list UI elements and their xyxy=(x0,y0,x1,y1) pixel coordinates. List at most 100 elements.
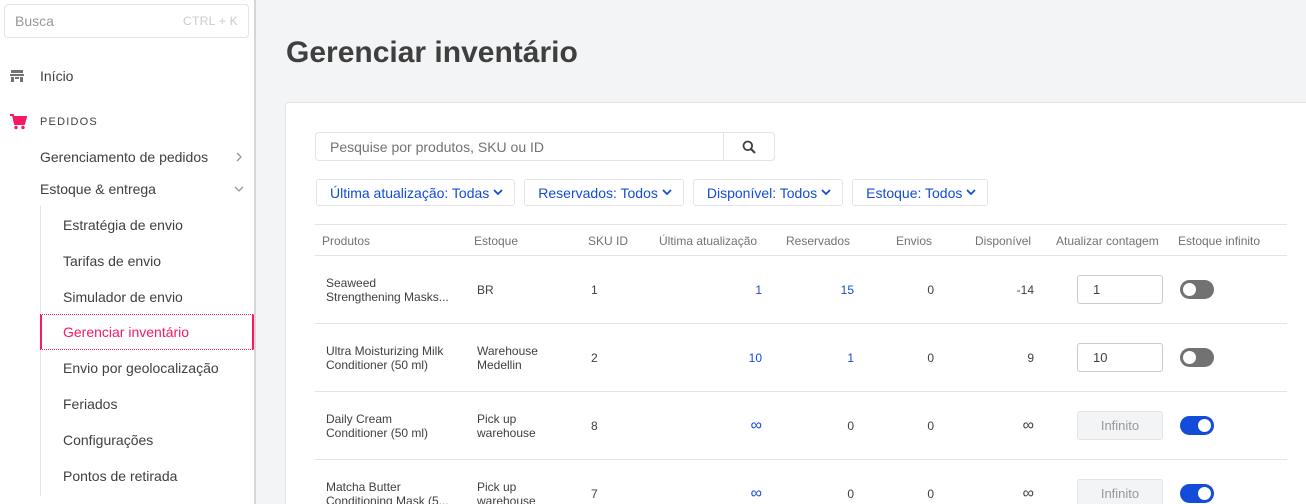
table-row: Matcha Butter Conditioning Mask (5... Pic… xyxy=(315,460,1287,504)
product-name-line: Conditioner (50 ml) xyxy=(326,425,429,440)
toggle-knob xyxy=(1198,419,1211,432)
filter-reserved[interactable]: Reservados: Todos xyxy=(524,179,684,206)
toggle-knob xyxy=(1183,283,1196,296)
filter-stock[interactable]: Estoque: Todos xyxy=(852,179,989,206)
sku-cell: 8 xyxy=(591,418,598,433)
nav-item-shipping-rates[interactable]: Tarifas de envio xyxy=(40,243,255,279)
chevron-down-icon xyxy=(966,189,977,196)
nav-item-label: Pontos de retirada xyxy=(63,468,178,484)
nav-item-label: Estoque & entrega xyxy=(40,181,156,197)
nav-section-orders[interactable]: PEDIDOS xyxy=(10,110,98,134)
last-update-link[interactable]: ∞ xyxy=(695,460,762,504)
column-header-last-update[interactable]: Última atualização xyxy=(659,234,757,248)
available-cell: 9 xyxy=(1027,350,1034,365)
table-row: Seaweed Strengthening Masks... BR 1 1 15 … xyxy=(315,256,1287,324)
product-name-line: Conditioning Mask (5... xyxy=(326,493,449,504)
nav-item-shipping-simulator[interactable]: Simulador de envio xyxy=(40,279,255,315)
available-cell: ∞ xyxy=(1022,416,1034,434)
update-count-input[interactable]: 10 xyxy=(1077,343,1163,372)
reserved-link[interactable]: 15 xyxy=(789,256,854,323)
product-cell[interactable]: Ultra Moisturizing Milk Conditioner (50 m… xyxy=(326,324,461,391)
sidebar-scrollbar[interactable] xyxy=(254,0,256,504)
nav-item-label: Envio por geolocalização xyxy=(63,360,219,376)
toggle-knob xyxy=(1183,351,1196,364)
product-name-line: Daily Cream xyxy=(326,411,393,426)
infinite-stock-toggle[interactable] xyxy=(1180,348,1214,367)
column-header-sku[interactable]: SKU ID xyxy=(588,234,628,248)
search-shortcut-hint: CTRL + K xyxy=(183,14,238,28)
search-button[interactable] xyxy=(723,133,774,160)
filter-available[interactable]: Disponível: Todos xyxy=(692,179,844,206)
nav-item-geolocation-shipping[interactable]: Envio por geolocalização xyxy=(40,350,255,386)
toggle-knob xyxy=(1198,487,1211,500)
warehouse-line: Warehouse xyxy=(477,343,538,358)
column-header-warehouse[interactable]: Estoque xyxy=(474,234,518,248)
sku-cell: 1 xyxy=(591,282,598,297)
product-cell[interactable]: Daily Cream Conditioner (50 ml) xyxy=(326,392,461,459)
column-header-reserved[interactable]: Reservados xyxy=(786,234,850,248)
product-cell[interactable]: Seaweed Strengthening Masks... xyxy=(326,256,461,323)
column-header-products[interactable]: Produtos xyxy=(322,234,370,248)
nav-item-home[interactable]: Início xyxy=(10,64,73,88)
sku-cell: 2 xyxy=(591,350,598,365)
product-name-line: Strengthening Masks... xyxy=(326,289,449,304)
filter-label: Reservados: Todos xyxy=(538,184,658,201)
product-cell[interactable]: Matcha Butter Conditioning Mask (5... xyxy=(326,460,461,504)
nav-item-label: Feriados xyxy=(63,396,118,412)
reserved-cell: 0 xyxy=(847,418,854,433)
update-count-input[interactable]: 1 xyxy=(1077,275,1163,304)
warehouse-cell: Pick up warehouse xyxy=(477,460,577,504)
infinite-stock-toggle[interactable] xyxy=(1180,416,1214,435)
nav-item-label: Estratégia de envio xyxy=(63,217,183,233)
nav-item-manage-inventory[interactable]: Gerenciar inventário xyxy=(40,314,255,350)
nav-item-order-management[interactable]: Gerenciamento de pedidos xyxy=(40,145,248,169)
last-update-link[interactable]: 1 xyxy=(695,256,762,323)
column-header-shipments[interactable]: Envios xyxy=(896,234,932,248)
nav-home-label: Início xyxy=(40,68,74,84)
filter-label: Disponível: Todos xyxy=(706,184,818,201)
available-cell: ∞ xyxy=(1022,484,1034,502)
warehouse-line: Pick up xyxy=(477,479,517,494)
product-name-line: Matcha Butter xyxy=(326,479,401,494)
filter-last-update[interactable]: Última atualização: Todas xyxy=(316,179,516,206)
nav-item-shipping-strategy[interactable]: Estratégia de envio xyxy=(40,207,255,243)
infinite-stock-toggle[interactable] xyxy=(1180,484,1214,503)
table-row: Ultra Moisturizing Milk Conditioner (50 m… xyxy=(315,324,1287,392)
reserved-link[interactable]: 1 xyxy=(789,324,854,391)
warehouse-cell: Warehouse Medellin xyxy=(477,324,577,391)
product-name-line: Ultra Moisturizing Milk xyxy=(326,343,444,358)
warehouse-line: warehouse xyxy=(477,425,536,440)
warehouse-line: Medellin xyxy=(477,357,522,372)
warehouse-cell: BR xyxy=(477,256,577,323)
store-icon xyxy=(10,70,24,82)
nav-item-pickup-points[interactable]: Pontos de retirada xyxy=(40,458,255,494)
last-update-link[interactable]: ∞ xyxy=(695,392,762,459)
update-count-input: Infinito xyxy=(1077,479,1163,504)
infinite-stock-toggle[interactable] xyxy=(1180,280,1214,299)
shipments-cell: 0 xyxy=(927,486,934,501)
sku-cell: 7 xyxy=(591,486,598,501)
nav-item-settings[interactable]: Configurações xyxy=(40,422,255,458)
table-row: Daily Cream Conditioner (50 ml) Pick up wa… xyxy=(315,392,1287,460)
last-update-link[interactable]: 10 xyxy=(695,324,762,391)
nav-item-label: Gerenciar inventário xyxy=(63,324,190,340)
filter-bar: Última atualização: Todas Reservados: To… xyxy=(316,179,989,206)
sidebar-search-placeholder: Busca xyxy=(15,13,54,29)
filter-label: Estoque: Todos xyxy=(866,184,963,201)
shipments-cell: 0 xyxy=(927,350,934,365)
nav-item-label: Configurações xyxy=(63,432,154,448)
chevron-down-icon xyxy=(234,186,244,192)
column-header-available[interactable]: Disponível xyxy=(975,234,1031,248)
chevron-down-icon xyxy=(662,189,672,196)
nav-section-label: PEDIDOS xyxy=(40,116,98,128)
product-search-input[interactable] xyxy=(316,133,723,160)
nav-item-holidays[interactable]: Feriados xyxy=(40,386,255,422)
warehouse-line: Pick up xyxy=(477,411,517,426)
search-icon xyxy=(742,140,756,154)
sidebar-search[interactable]: Busca CTRL + K xyxy=(4,4,249,38)
table-header: Produtos Estoque SKU ID Última atualizaç… xyxy=(315,224,1287,256)
warehouse-cell: Pick up warehouse xyxy=(477,392,577,459)
nav-item-stock-delivery[interactable]: Estoque & entrega xyxy=(40,177,248,201)
page-title: Gerenciar inventário xyxy=(286,36,578,69)
chevron-right-icon xyxy=(236,152,242,162)
